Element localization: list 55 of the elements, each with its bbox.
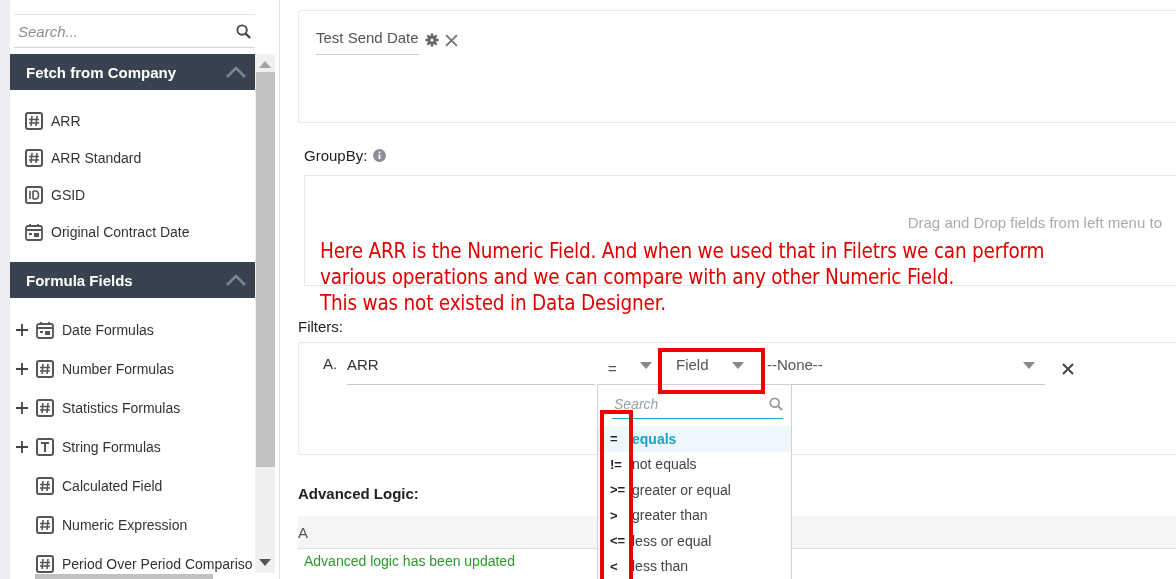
operator-select[interactable]: = [608, 355, 662, 385]
hash-icon [36, 360, 54, 378]
compare-type-select[interactable]: Field [662, 355, 762, 385]
section-label: Advanced Logic: [298, 485, 419, 502]
field-item[interactable]: Date Formulas [62, 322, 154, 338]
scroll-down-icon[interactable] [259, 559, 271, 567]
section-label: GroupBy: [304, 147, 368, 164]
status-message: Advanced logic has been updated [304, 553, 515, 569]
column-chip: Test Send Date [316, 25, 419, 55]
settings-icon[interactable] [424, 33, 439, 47]
dropdown-search-field[interactable]: Search [612, 394, 732, 413]
hash-icon [36, 516, 54, 534]
hash-icon [25, 149, 43, 167]
field-item[interactable]: GSID [51, 187, 86, 203]
section-label: Filters: [298, 318, 343, 335]
text-type-icon [36, 438, 54, 456]
operator-option[interactable]: = equals [598, 426, 791, 452]
field-item[interactable]: String Formulas [62, 439, 161, 455]
plus-icon[interactable] [16, 363, 28, 375]
calendar-icon [36, 321, 54, 339]
id-card-icon [25, 186, 43, 204]
field-item[interactable]: Number Formulas [62, 361, 175, 377]
plus-icon[interactable] [16, 402, 28, 414]
field-input[interactable]: ARR [347, 355, 595, 385]
close-icon[interactable] [444, 33, 458, 47]
hash-icon [36, 477, 54, 495]
horizontal-scrollbar[interactable] [35, 574, 213, 579]
hash-icon [25, 112, 43, 130]
chevron-up-icon[interactable] [225, 273, 247, 287]
plus-icon[interactable] [16, 441, 28, 453]
caret-down-icon [640, 362, 652, 370]
drop-hint: Drag and Drop fields from left menu to [907, 214, 1162, 231]
section-header[interactable]: Formula Fields [10, 262, 255, 298]
section-header[interactable]: Fetch from Company [10, 54, 255, 90]
calendar-icon [25, 223, 43, 241]
annotation-note: Here ARR is the Numeric Field. And when we used that in Filetrs we can perform various operations and we can compare with any other Numeric Field. This was not existed in Data Designer. [320, 238, 1045, 316]
info-icon[interactable] [373, 149, 387, 162]
hash-icon [36, 399, 54, 417]
filter-letter: A. [323, 355, 339, 372]
caret-down-icon [1023, 362, 1035, 370]
field-item[interactable]: Statistics Formulas [62, 400, 181, 416]
search-icon[interactable] [236, 23, 251, 39]
field-item[interactable]: ARR [51, 113, 81, 129]
scrollbar[interactable] [255, 54, 275, 573]
caret-down-icon [732, 362, 744, 370]
field-item[interactable]: Calculated Field [62, 478, 163, 494]
plus-icon[interactable] [16, 324, 28, 336]
field-item[interactable]: ARR Standard [51, 150, 142, 166]
field-item[interactable]: Period Over Period Compariso [62, 556, 253, 572]
hash-icon [36, 555, 54, 573]
field-item[interactable]: Numeric Expression [62, 517, 188, 533]
search-field[interactable]: Search... [16, 21, 216, 41]
field-item[interactable]: Original Contract Date [51, 224, 190, 240]
chevron-up-icon[interactable] [225, 65, 247, 79]
close-icon[interactable] [1062, 363, 1074, 375]
